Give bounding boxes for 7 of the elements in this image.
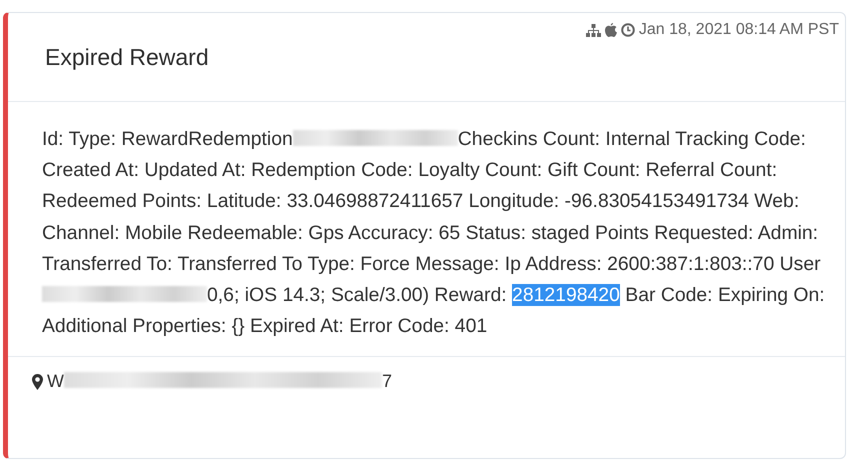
sitemap-icon [586, 24, 601, 36]
card-title: Expired Reward [45, 44, 209, 71]
details-text: Id: Type: RewardRedemption Checkins Count: Internal Tracking Code: Created At: Updated At: Redemption Code: Loyalty Count: Gift Count: Referral Count: Redeemed Points: Latitude: 33.04698872411657 Longitude: -96.83054153491734 Web: Channel: Mobile Redeemable: Gps Accuracy: 65 Status: staged Points Requested: Admin: Transferred To: Transferred To Type: Force Message: Ip Address: 2600:387:1:803::70 User 0,6; iOS 14.3; Scale/3.00) Reward: 2812198420 Bar Code: Expiring On: Additional Properties: {} Expired At: Error Code: 401 [42, 127, 825, 340]
map-pin-icon [32, 374, 43, 390]
timestamp: Jan 18, 2021 08:14 AM PST [638, 21, 839, 39]
apple-icon [604, 23, 617, 37]
clock-icon [620, 23, 635, 37]
